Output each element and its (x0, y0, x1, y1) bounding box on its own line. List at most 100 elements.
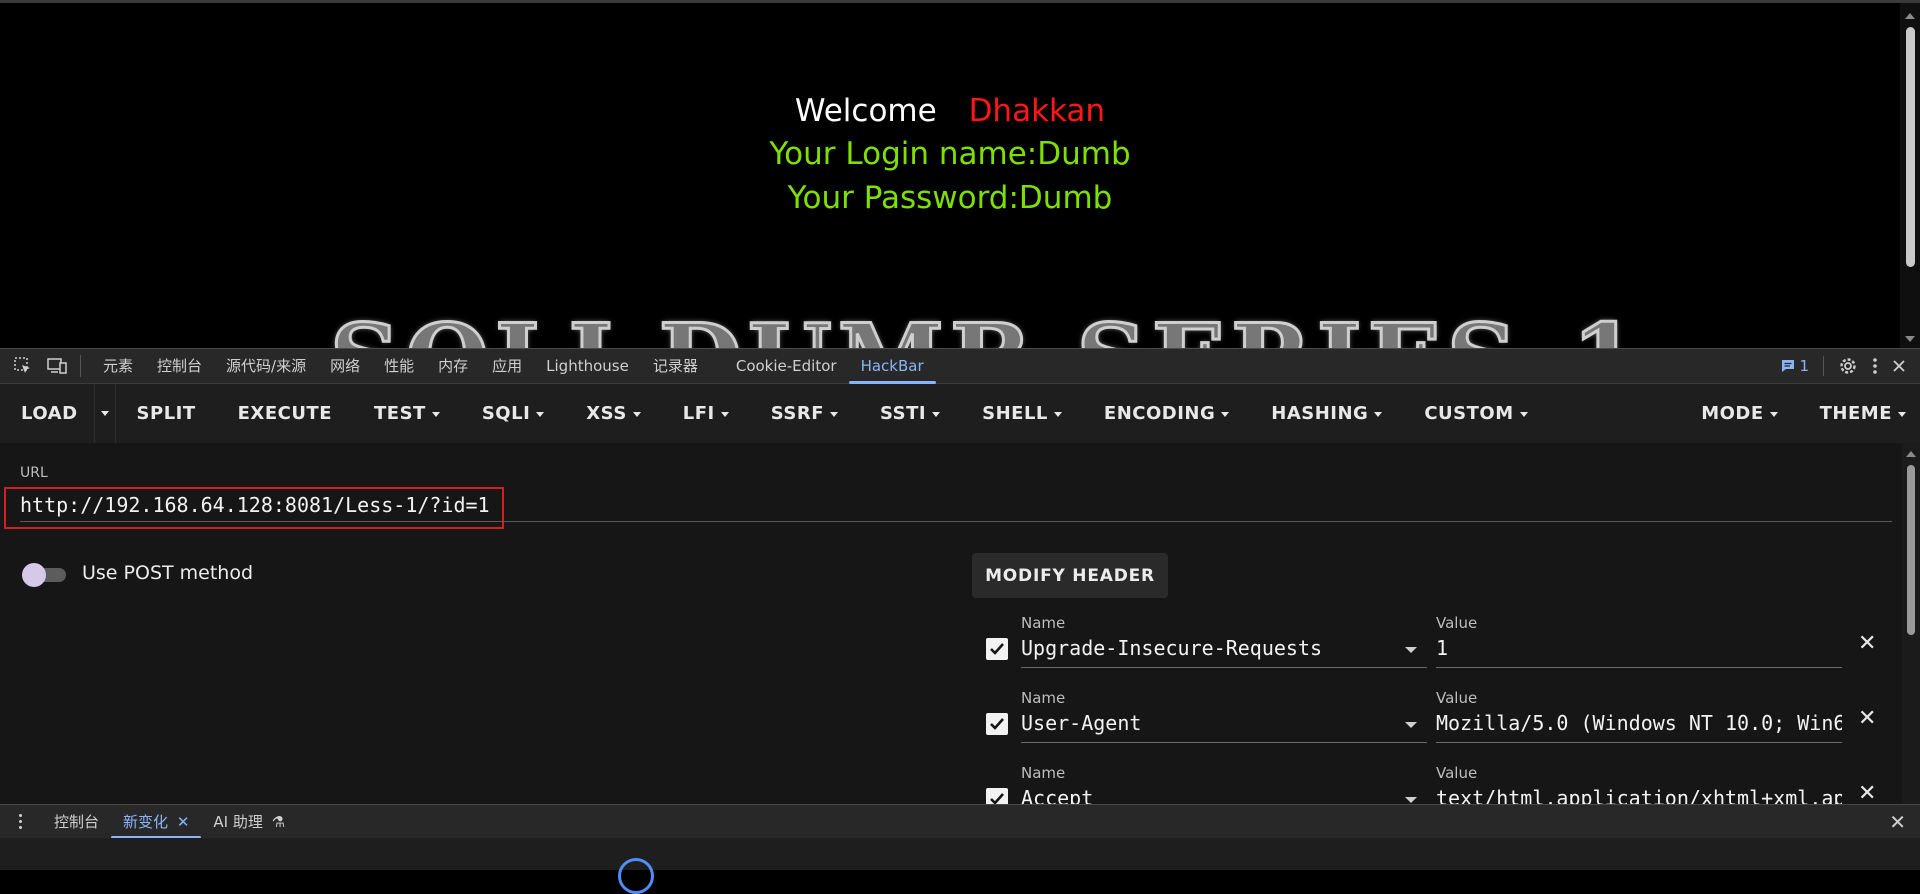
tab-lighthouse[interactable]: Lighthouse (534, 348, 641, 384)
load-dropdown-toggle[interactable] (93, 384, 116, 443)
checkmark-icon (990, 793, 1004, 804)
tab-application[interactable]: 应用 (480, 348, 534, 384)
chevron-down-icon[interactable] (1405, 797, 1417, 803)
header-value-label: Value (1436, 614, 1478, 632)
split-button[interactable]: SPLIT (116, 384, 217, 443)
url-label: URL (20, 465, 48, 481)
ssrf-menu-button[interactable]: SSRF (750, 384, 859, 443)
shell-label: SHELL (982, 403, 1048, 424)
header-enabled-checkbox[interactable] (986, 638, 1008, 660)
welcome-username: Dhakkan (968, 93, 1106, 129)
series-banner-image: SQLI DUMB SERIES-1 (328, 302, 1644, 349)
test-label: TEST (374, 403, 426, 424)
remove-header-close-icon[interactable]: ✕ (1858, 706, 1876, 731)
header-value-input[interactable]: text/html,application/xhtml+xml,applicat… (1436, 786, 1842, 804)
tab-hackbar[interactable]: HackBar (848, 348, 936, 384)
sqli-menu-button[interactable]: SQLI (461, 384, 565, 443)
encoding-label: ENCODING (1103, 403, 1216, 424)
devtools-drawer-bar: 控制台 新变化 ✕ AI 助理 ⚗ ✕ (0, 804, 1920, 839)
tab-performance[interactable]: 性能 (372, 348, 426, 384)
hackbar-toolbar: LOAD SPLIT EXECUTE TEST SQLI XSS LFI SSR… (0, 384, 1920, 443)
ssrf-label: SSRF (770, 403, 825, 424)
page-scrollbar[interactable] (1900, 3, 1920, 348)
hashing-label: HASHING (1271, 403, 1369, 424)
scroll-down-arrow-icon[interactable] (1905, 336, 1915, 342)
post-method-toggle[interactable] (22, 563, 68, 587)
sqli-label: SQLI (481, 403, 531, 424)
xss-label: XSS (586, 403, 627, 424)
toolbar-divider (1823, 356, 1824, 376)
login-name-text: Your Login name:Dumb (769, 136, 1131, 172)
scroll-up-arrow-icon[interactable] (1905, 13, 1915, 19)
chevron-down-icon (720, 411, 729, 417)
header-value-underline (1436, 667, 1842, 668)
drawer-menu-icon[interactable] (10, 814, 30, 829)
custom-label: CUSTOM (1424, 403, 1514, 424)
remove-header-close-icon[interactable]: ✕ (1858, 781, 1876, 804)
shell-menu-button[interactable]: SHELL (961, 384, 1083, 443)
chevron-down-icon (1374, 411, 1383, 417)
encoding-menu-button[interactable]: ENCODING (1083, 384, 1250, 443)
header-enabled-checkbox[interactable] (986, 788, 1008, 804)
scroll-thumb[interactable] (1907, 465, 1915, 635)
ssti-label: SSTI (880, 403, 927, 424)
scroll-thumb[interactable] (1906, 27, 1915, 267)
drawer-content (0, 838, 1920, 894)
execute-button[interactable]: EXECUTE (217, 384, 353, 443)
post-method-label: Use POST method (82, 562, 254, 584)
header-name-input[interactable]: Upgrade-Insecure-Requests (1021, 636, 1401, 660)
close-devtools-icon[interactable] (1892, 359, 1906, 373)
ssti-menu-button[interactable]: SSTI (859, 384, 961, 443)
header-name-label: Name (1021, 614, 1066, 632)
test-menu-button[interactable]: TEST (353, 384, 461, 443)
chevron-down-icon (100, 411, 109, 416)
header-row: Name Value User-Agent Mozilla/5.0 (Windo… (0, 689, 1920, 764)
header-value-input[interactable]: Mozilla/5.0 (Windows NT 10.0; Win64; x64… (1436, 711, 1842, 735)
lfi-menu-button[interactable]: LFI (662, 384, 750, 443)
hackbar-scrollbar[interactable] (1902, 443, 1920, 804)
drawer-tab-ai-assistant[interactable]: AI 助理 ⚗ (201, 805, 297, 839)
tab-elements[interactable]: 元素 (91, 348, 145, 384)
hashing-menu-button[interactable]: HASHING (1250, 384, 1403, 443)
modify-header-button[interactable]: MODIFY HEADER (972, 553, 1168, 598)
chevron-down-icon (431, 411, 440, 417)
close-drawer-icon[interactable]: ✕ (1889, 810, 1906, 834)
xss-menu-button[interactable]: XSS (565, 384, 662, 443)
drawer-tab-changes[interactable]: 新变化 ✕ (111, 805, 202, 839)
welcome-line: Welcome Dhakkan (0, 93, 1900, 129)
load-button[interactable]: LOAD (0, 384, 94, 443)
more-options-icon[interactable] (1872, 357, 1878, 375)
tab-cookie-editor[interactable]: Cookie-Editor (724, 348, 849, 384)
custom-menu-button[interactable]: CUSTOM (1403, 384, 1548, 443)
devtools-tab-bar: 元素 控制台 源代码/来源 网络 性能 内存 应用 Lighthouse 记录器… (0, 348, 1920, 384)
mode-label: MODE (1701, 403, 1764, 424)
tab-recorder[interactable]: 记录器 (641, 348, 710, 384)
drawer-tab-ai-label: AI 助理 (213, 812, 263, 831)
header-name-input[interactable]: User-Agent (1021, 711, 1401, 735)
inspect-element-icon[interactable] (12, 355, 34, 377)
header-name-input[interactable]: Accept (1021, 786, 1401, 804)
drawer-tab-console[interactable]: 控制台 (42, 805, 111, 839)
header-value-input[interactable]: 1 (1436, 636, 1842, 660)
issues-counter[interactable]: 1 (1781, 357, 1809, 375)
settings-gear-icon[interactable] (1838, 356, 1858, 376)
chevron-down-icon[interactable] (1405, 647, 1417, 653)
url-input[interactable]: http://192.168.64.128:8081/Less-1/?id=1 (20, 493, 490, 517)
toggle-knob (22, 563, 46, 587)
remove-header-close-icon[interactable]: ✕ (1858, 631, 1876, 656)
close-tab-icon[interactable]: ✕ (177, 813, 190, 831)
tab-sources[interactable]: 源代码/来源 (214, 348, 318, 384)
chevron-down-icon[interactable] (1405, 722, 1417, 728)
scroll-up-arrow-icon[interactable] (1906, 451, 1916, 457)
url-input-underline (20, 521, 1892, 522)
tab-network[interactable]: 网络 (318, 348, 372, 384)
flask-icon: ⚗ (271, 812, 286, 831)
header-value-label: Value (1436, 689, 1478, 707)
tab-memory[interactable]: 内存 (426, 348, 480, 384)
mode-menu-button[interactable]: MODE (1680, 384, 1798, 443)
header-enabled-checkbox[interactable] (986, 713, 1008, 735)
theme-menu-button[interactable]: THEME (1799, 384, 1920, 443)
tab-console[interactable]: 控制台 (145, 348, 214, 384)
chevron-down-icon (932, 411, 941, 417)
device-toolbar-icon[interactable] (46, 355, 68, 377)
